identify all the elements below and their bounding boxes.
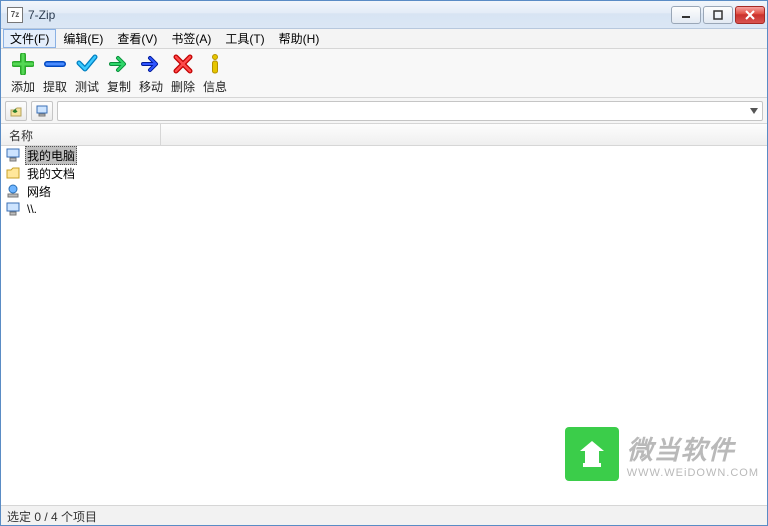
window-title: 7-Zip — [28, 8, 671, 22]
watermark-logo-icon — [565, 427, 619, 481]
list-item-label: 我的文档 — [25, 165, 77, 182]
list-item[interactable]: \\. — [1, 200, 767, 218]
menu-tools[interactable]: 工具(T) — [218, 29, 271, 48]
extract-button[interactable]: 提取 — [39, 52, 71, 95]
move-button[interactable]: 移动 — [135, 52, 167, 95]
menu-help[interactable]: 帮助(H) — [272, 29, 327, 48]
computer-icon — [5, 147, 21, 163]
maximize-button[interactable] — [703, 6, 733, 24]
network-icon — [5, 183, 21, 199]
copy-button[interactable]: 复制 — [103, 52, 135, 95]
list-item[interactable]: 我的电脑 — [1, 146, 767, 164]
folder-icon — [5, 165, 21, 181]
computer-button[interactable] — [31, 101, 53, 121]
chevron-down-icon — [750, 107, 758, 115]
menu-file[interactable]: 文件(F) — [3, 29, 56, 48]
menu-view[interactable]: 查看(V) — [110, 29, 164, 48]
x-icon — [171, 52, 195, 76]
list-item-label: 我的电脑 — [25, 146, 77, 165]
test-button[interactable]: 测试 — [71, 52, 103, 95]
move-label: 移动 — [139, 78, 163, 95]
window-controls — [671, 6, 765, 24]
plus-icon — [11, 52, 35, 76]
info-label: 信息 — [203, 78, 227, 95]
move-arrow-icon — [139, 52, 163, 76]
check-icon — [75, 52, 99, 76]
addressbar — [1, 98, 767, 124]
watermark-url: WWW.WEiDOWN.COM — [627, 467, 759, 479]
minimize-button[interactable] — [671, 6, 701, 24]
delete-button[interactable]: 删除 — [167, 52, 199, 95]
watermark: 微当软件 WWW.WEiDOWN.COM — [565, 427, 759, 481]
menubar: 文件(F) 编辑(E) 查看(V) 书签(A) 工具(T) 帮助(H) — [1, 29, 767, 49]
address-combo[interactable] — [57, 101, 763, 121]
info-icon — [203, 52, 227, 76]
app-icon: 7z — [7, 7, 23, 23]
add-button[interactable]: 添加 — [7, 52, 39, 95]
copy-arrow-icon — [107, 52, 131, 76]
add-label: 添加 — [11, 78, 35, 95]
up-folder-icon — [9, 104, 23, 118]
toolbar: 添加 提取 测试 复制 移动 — [1, 49, 767, 98]
list-item-label: \\. — [25, 202, 39, 216]
menu-bookmarks[interactable]: 书签(A) — [164, 29, 218, 48]
watermark-cn: 微当软件 — [627, 430, 735, 467]
list-item[interactable]: 网络 — [1, 182, 767, 200]
watermark-text: 微当软件 WWW.WEiDOWN.COM — [627, 430, 759, 479]
list-item-label: 网络 — [25, 183, 53, 200]
test-label: 测试 — [75, 78, 99, 95]
status-text: 选定 0 / 4 个项目 — [7, 510, 97, 524]
computer-icon — [5, 201, 21, 217]
minus-icon — [43, 52, 67, 76]
copy-label: 复制 — [107, 78, 131, 95]
info-button[interactable]: 信息 — [199, 52, 231, 95]
app-window: 7z 7-Zip 文件(F) 编辑(E) 查看(V) 书签(A) 工具(T) 帮… — [0, 0, 768, 526]
file-list[interactable]: 我的电脑 我的文档 网络 \\. 微当软件 WWW.WEiDOWN.COM — [1, 146, 767, 505]
list-item[interactable]: 我的文档 — [1, 164, 767, 182]
up-button[interactable] — [5, 101, 27, 121]
column-name[interactable]: 名称 — [1, 124, 161, 145]
close-button[interactable] — [735, 6, 765, 24]
menu-edit[interactable]: 编辑(E) — [56, 29, 110, 48]
titlebar[interactable]: 7z 7-Zip — [1, 1, 767, 29]
statusbar: 选定 0 / 4 个项目 — [1, 505, 767, 525]
column-header: 名称 — [1, 124, 767, 146]
delete-label: 删除 — [171, 78, 195, 95]
computer-icon — [35, 104, 49, 118]
extract-label: 提取 — [43, 78, 67, 95]
